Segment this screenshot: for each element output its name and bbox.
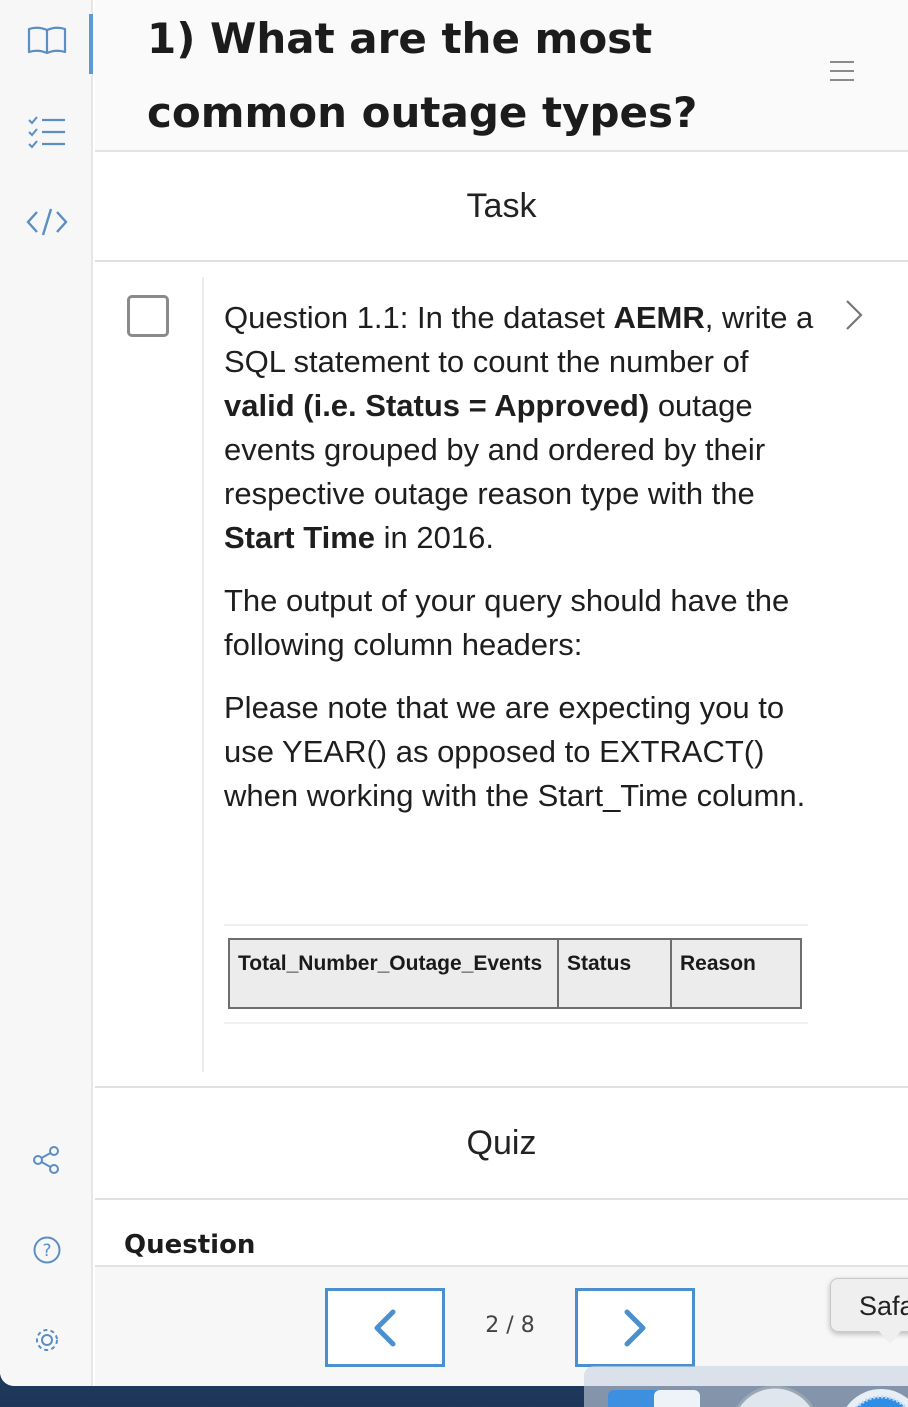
- rail-item-code[interactable]: [0, 192, 93, 252]
- previous-button[interactable]: [325, 1288, 445, 1367]
- hamburger-icon: [829, 60, 855, 82]
- next-button[interactable]: [575, 1288, 695, 1367]
- page-header: 1) What are the most common outage types…: [95, 0, 908, 152]
- rail-item-book[interactable]: [0, 10, 93, 74]
- rail-item-checklist[interactable]: [0, 102, 93, 162]
- table-cell: Reason: [670, 938, 802, 1009]
- dock-tooltip: Safari: [830, 1278, 908, 1332]
- headers-table: Total_Number_Outage_Events Status Reason: [228, 938, 802, 1009]
- task-heading: Task: [95, 152, 908, 262]
- dock: [584, 1366, 908, 1407]
- rail-item-help[interactable]: ?: [0, 1220, 93, 1280]
- finder-icon[interactable]: [608, 1386, 700, 1407]
- chevron-left-icon: [371, 1308, 399, 1348]
- book-icon: [27, 25, 67, 55]
- code-icon: [25, 206, 68, 238]
- task-paragraph-3: Please note that we are expecting you to…: [224, 690, 806, 813]
- checklist-icon: [27, 115, 67, 149]
- page-counter: 2 / 8: [485, 1313, 535, 1338]
- table-cell: Total_Number_Outage_Events: [228, 938, 559, 1009]
- tooltip-tail: [878, 1330, 902, 1344]
- menu-button[interactable]: [829, 60, 855, 82]
- rail-item-share[interactable]: [0, 1130, 93, 1190]
- quiz-heading: Quiz: [95, 1086, 908, 1200]
- task-description: Question 1.1: In the dataset AEMR, write…: [224, 296, 814, 837]
- launchpad-icon[interactable]: [730, 1385, 820, 1407]
- page-title: 1) What are the most common outage types…: [147, 14, 698, 137]
- sidebar-rail: ?: [0, 0, 93, 1386]
- svg-text:?: ?: [42, 1241, 51, 1261]
- table-cell: Status: [557, 938, 672, 1009]
- divider: [202, 277, 204, 1072]
- app-window: ? 1) What are the most common outage typ…: [0, 0, 908, 1386]
- settings-icon: [32, 1325, 62, 1355]
- task-checkbox[interactable]: [127, 295, 169, 337]
- chevron-right-icon: [621, 1308, 649, 1348]
- expand-button[interactable]: [843, 298, 865, 332]
- column-headers-table: Total_Number_Outage_Events Status Reason: [224, 924, 808, 1024]
- task-card: Question 1.1: In the dataset AEMR, write…: [95, 262, 908, 1086]
- chevron-right-icon: [843, 298, 865, 332]
- help-icon: ?: [32, 1235, 62, 1265]
- question-label: Question: [124, 1230, 256, 1260]
- task-paragraph-2: The output of your query should have the…: [224, 583, 790, 662]
- table-row: Total_Number_Outage_Events Status Reason: [228, 938, 802, 1009]
- safari-icon[interactable]: [846, 1386, 908, 1407]
- task-paragraph-1: Question 1.1: In the dataset AEMR, write…: [224, 300, 814, 555]
- rail-item-settings[interactable]: [0, 1310, 93, 1370]
- share-icon: [32, 1145, 62, 1175]
